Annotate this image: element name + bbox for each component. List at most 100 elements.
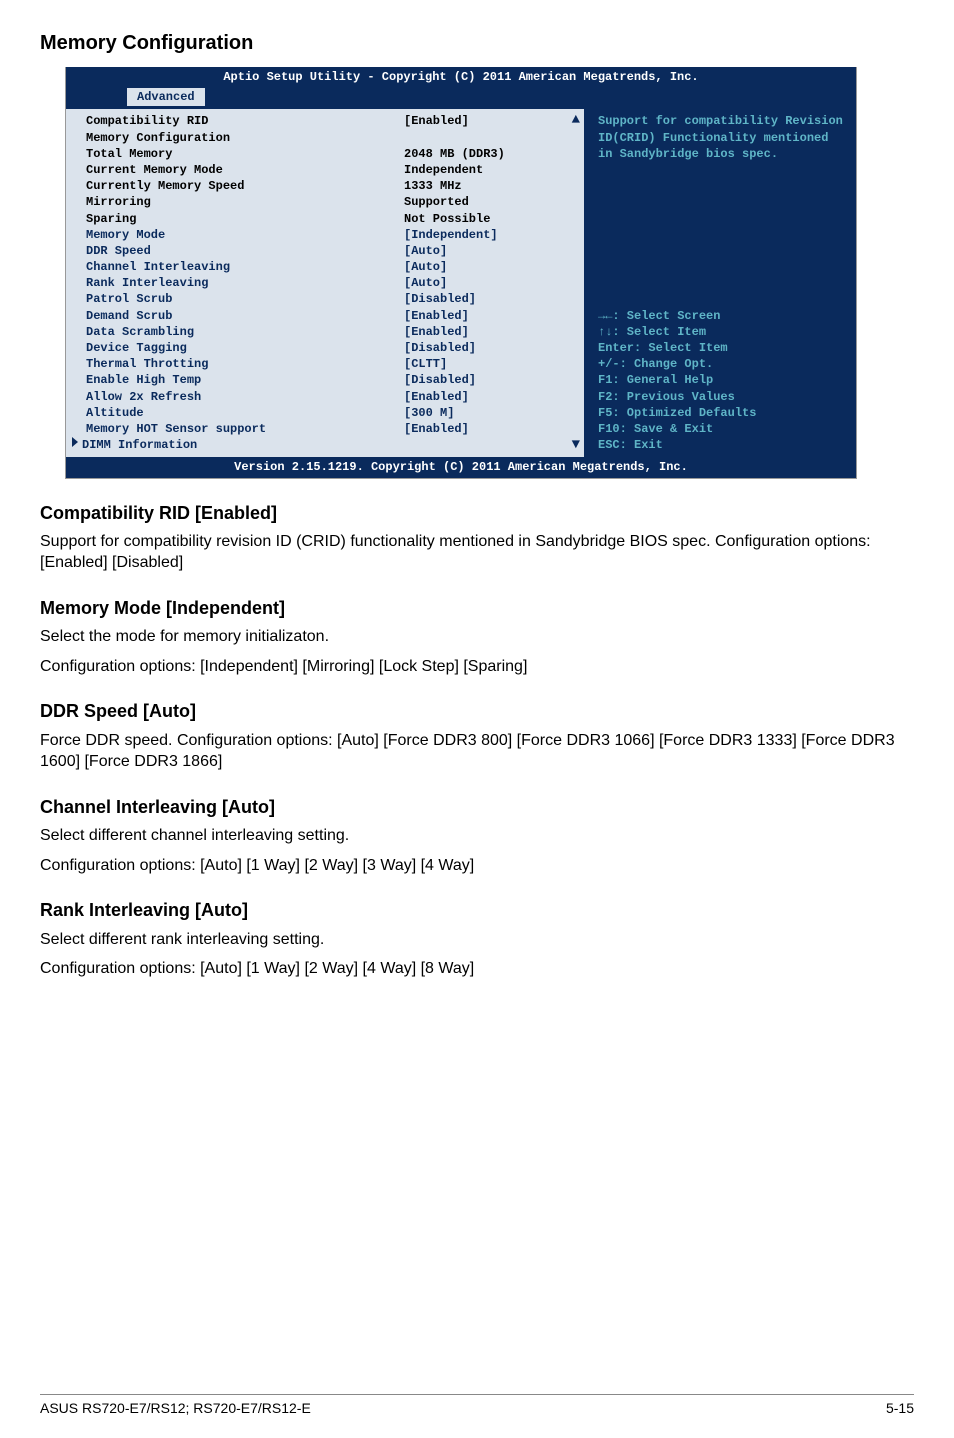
heading-compat-rid: Compatibility RID [Enabled]	[40, 501, 914, 525]
help-change: +/-: Change Opt.	[598, 356, 848, 372]
bios-setting-label: Memory HOT Sensor support	[86, 421, 404, 437]
bios-setting-row: SparingNot Possible	[86, 211, 574, 227]
bios-header: Aptio Setup Utility - Copyright (C) 2011…	[66, 67, 856, 106]
para-mem-mode-1: Select the mode for memory initializaton…	[40, 626, 914, 648]
para-chan-int-1: Select different channel interleaving se…	[40, 825, 914, 847]
bios-setting-label: Sparing	[86, 211, 404, 227]
bios-setting-value[interactable]: [Disabled]	[404, 372, 574, 388]
bios-submenu-label: DIMM Information	[82, 437, 197, 453]
bios-setting-row[interactable]: Enable High Temp[Disabled]	[86, 372, 574, 388]
bios-setting-label: Mirroring	[86, 194, 404, 210]
bios-window: Aptio Setup Utility - Copyright (C) 2011…	[65, 67, 857, 479]
bios-tab-advanced[interactable]: Advanced	[126, 87, 206, 106]
help-f2: F2: Previous Values	[598, 389, 848, 405]
footer-left: ASUS RS720-E7/RS12; RS720-E7/RS12-E	[40, 1399, 311, 1418]
bios-setting-label: Allow 2x Refresh	[86, 389, 404, 405]
bios-setting-value: [Enabled]	[404, 113, 574, 129]
submenu-icon	[72, 437, 78, 447]
help-f1: F1: General Help	[598, 372, 848, 388]
bios-setting-label: Current Memory Mode	[86, 162, 404, 178]
bios-setting-row: Currently Memory Speed1333 MHz	[86, 178, 574, 194]
page-heading: Memory Configuration	[40, 30, 914, 57]
bios-setting-label: Compatibility RID	[86, 113, 404, 129]
bios-setting-label: Memory Configuration	[86, 130, 404, 146]
para-rank-int-2: Configuration options: [Auto] [1 Way] [2…	[40, 958, 914, 980]
bios-footer: Version 2.15.1219. Copyright (C) 2011 Am…	[66, 457, 856, 477]
bios-left-panel: ▲ Compatibility RID[Enabled]Memory Confi…	[66, 106, 587, 457]
para-compat-rid: Support for compatibility revision ID (C…	[40, 531, 914, 574]
bios-setting-row[interactable]: Memory HOT Sensor support[Enabled]	[86, 421, 574, 437]
bios-setting-value[interactable]: [Enabled]	[404, 308, 574, 324]
bios-setting-value: 1333 MHz	[404, 178, 574, 194]
heading-ddr-speed: DDR Speed [Auto]	[40, 699, 914, 723]
bios-help-text: Support for compatibility Revision ID(CR…	[598, 113, 848, 162]
heading-chan-int: Channel Interleaving [Auto]	[40, 795, 914, 819]
bios-help-panel: Support for compatibility Revision ID(CR…	[587, 106, 856, 457]
bios-setting-row[interactable]: Memory Mode[Independent]	[86, 227, 574, 243]
bios-setting-value[interactable]: [Independent]	[404, 227, 574, 243]
bios-setting-row: Total Memory2048 MB (DDR3)	[86, 146, 574, 162]
bios-setting-value[interactable]: [Auto]	[404, 243, 574, 259]
bios-setting-value: 2048 MB (DDR3)	[404, 146, 574, 162]
bios-setting-row[interactable]: Rank Interleaving[Auto]	[86, 275, 574, 291]
scroll-down-icon[interactable]: ▼	[572, 436, 580, 455]
para-chan-int-2: Configuration options: [Auto] [1 Way] [2…	[40, 855, 914, 877]
bios-title: Aptio Setup Utility - Copyright (C) 2011…	[66, 67, 856, 87]
bios-submenu[interactable]: DIMM Information	[72, 437, 574, 453]
bios-setting-label: Total Memory	[86, 146, 404, 162]
bios-setting-row: Compatibility RID[Enabled]	[86, 113, 574, 129]
bios-setting-row[interactable]: Thermal Throtting[CLTT]	[86, 356, 574, 372]
bios-setting-value: Supported	[404, 194, 574, 210]
bios-setting-row[interactable]: Demand Scrub[Enabled]	[86, 308, 574, 324]
bios-setting-label: Memory Mode	[86, 227, 404, 243]
bios-setting-label: Channel Interleaving	[86, 259, 404, 275]
bios-help-keys: →←: Select Screen ↑↓: Select Item Enter:…	[598, 308, 848, 454]
bios-setting-label: Rank Interleaving	[86, 275, 404, 291]
bios-setting-label: DDR Speed	[86, 243, 404, 259]
bios-setting-value[interactable]: [Auto]	[404, 259, 574, 275]
bios-setting-row[interactable]: Allow 2x Refresh[Enabled]	[86, 389, 574, 405]
bios-setting-row[interactable]: Data Scrambling[Enabled]	[86, 324, 574, 340]
bios-setting-row[interactable]: Patrol Scrub[Disabled]	[86, 291, 574, 307]
bios-setting-label: Demand Scrub	[86, 308, 404, 324]
help-f5: F5: Optimized Defaults	[598, 405, 848, 421]
heading-mem-mode: Memory Mode [Independent]	[40, 596, 914, 620]
para-mem-mode-2: Configuration options: [Independent] [Mi…	[40, 656, 914, 678]
bios-setting-label: Data Scrambling	[86, 324, 404, 340]
bios-setting-label: Patrol Scrub	[86, 291, 404, 307]
bios-setting-value[interactable]: [CLTT]	[404, 356, 574, 372]
para-ddr-speed: Force DDR speed. Configuration options: …	[40, 730, 914, 773]
bios-setting-row[interactable]: Altitude[300 M]	[86, 405, 574, 421]
bios-setting-label: Altitude	[86, 405, 404, 421]
bios-setting-value: Independent	[404, 162, 574, 178]
help-f10: F10: Save & Exit	[598, 421, 848, 437]
bios-setting-value	[404, 130, 574, 146]
bios-setting-row[interactable]: DDR Speed[Auto]	[86, 243, 574, 259]
bios-setting-label: Currently Memory Speed	[86, 178, 404, 194]
bios-setting-label: Device Tagging	[86, 340, 404, 356]
bios-setting-label: Thermal Throtting	[86, 356, 404, 372]
bios-setting-value[interactable]: [Auto]	[404, 275, 574, 291]
bios-setting-value[interactable]: [Enabled]	[404, 389, 574, 405]
footer-right: 5-15	[886, 1399, 914, 1418]
bios-setting-row: Current Memory ModeIndependent	[86, 162, 574, 178]
bios-setting-label: Enable High Temp	[86, 372, 404, 388]
page-footer: ASUS RS720-E7/RS12; RS720-E7/RS12-E 5-15	[40, 1394, 914, 1418]
bios-setting-row: Memory Configuration	[86, 130, 574, 146]
bios-setting-value: Not Possible	[404, 211, 574, 227]
bios-setting-value[interactable]: [Enabled]	[404, 324, 574, 340]
heading-rank-int: Rank Interleaving [Auto]	[40, 898, 914, 922]
bios-setting-row[interactable]: Device Tagging[Disabled]	[86, 340, 574, 356]
help-select-item: ↑↓: Select Item	[598, 324, 848, 340]
help-select-screen: →←: Select Screen	[598, 308, 848, 324]
help-esc: ESC: Exit	[598, 437, 848, 453]
para-rank-int-1: Select different rank interleaving setti…	[40, 929, 914, 951]
bios-setting-value[interactable]: [Disabled]	[404, 291, 574, 307]
bios-setting-value[interactable]: [Enabled]	[404, 421, 574, 437]
bios-setting-row[interactable]: Channel Interleaving[Auto]	[86, 259, 574, 275]
bios-setting-row: MirroringSupported	[86, 194, 574, 210]
bios-setting-value[interactable]: [300 M]	[404, 405, 574, 421]
scroll-up-icon[interactable]: ▲	[572, 111, 580, 130]
help-enter: Enter: Select Item	[598, 340, 848, 356]
bios-setting-value[interactable]: [Disabled]	[404, 340, 574, 356]
